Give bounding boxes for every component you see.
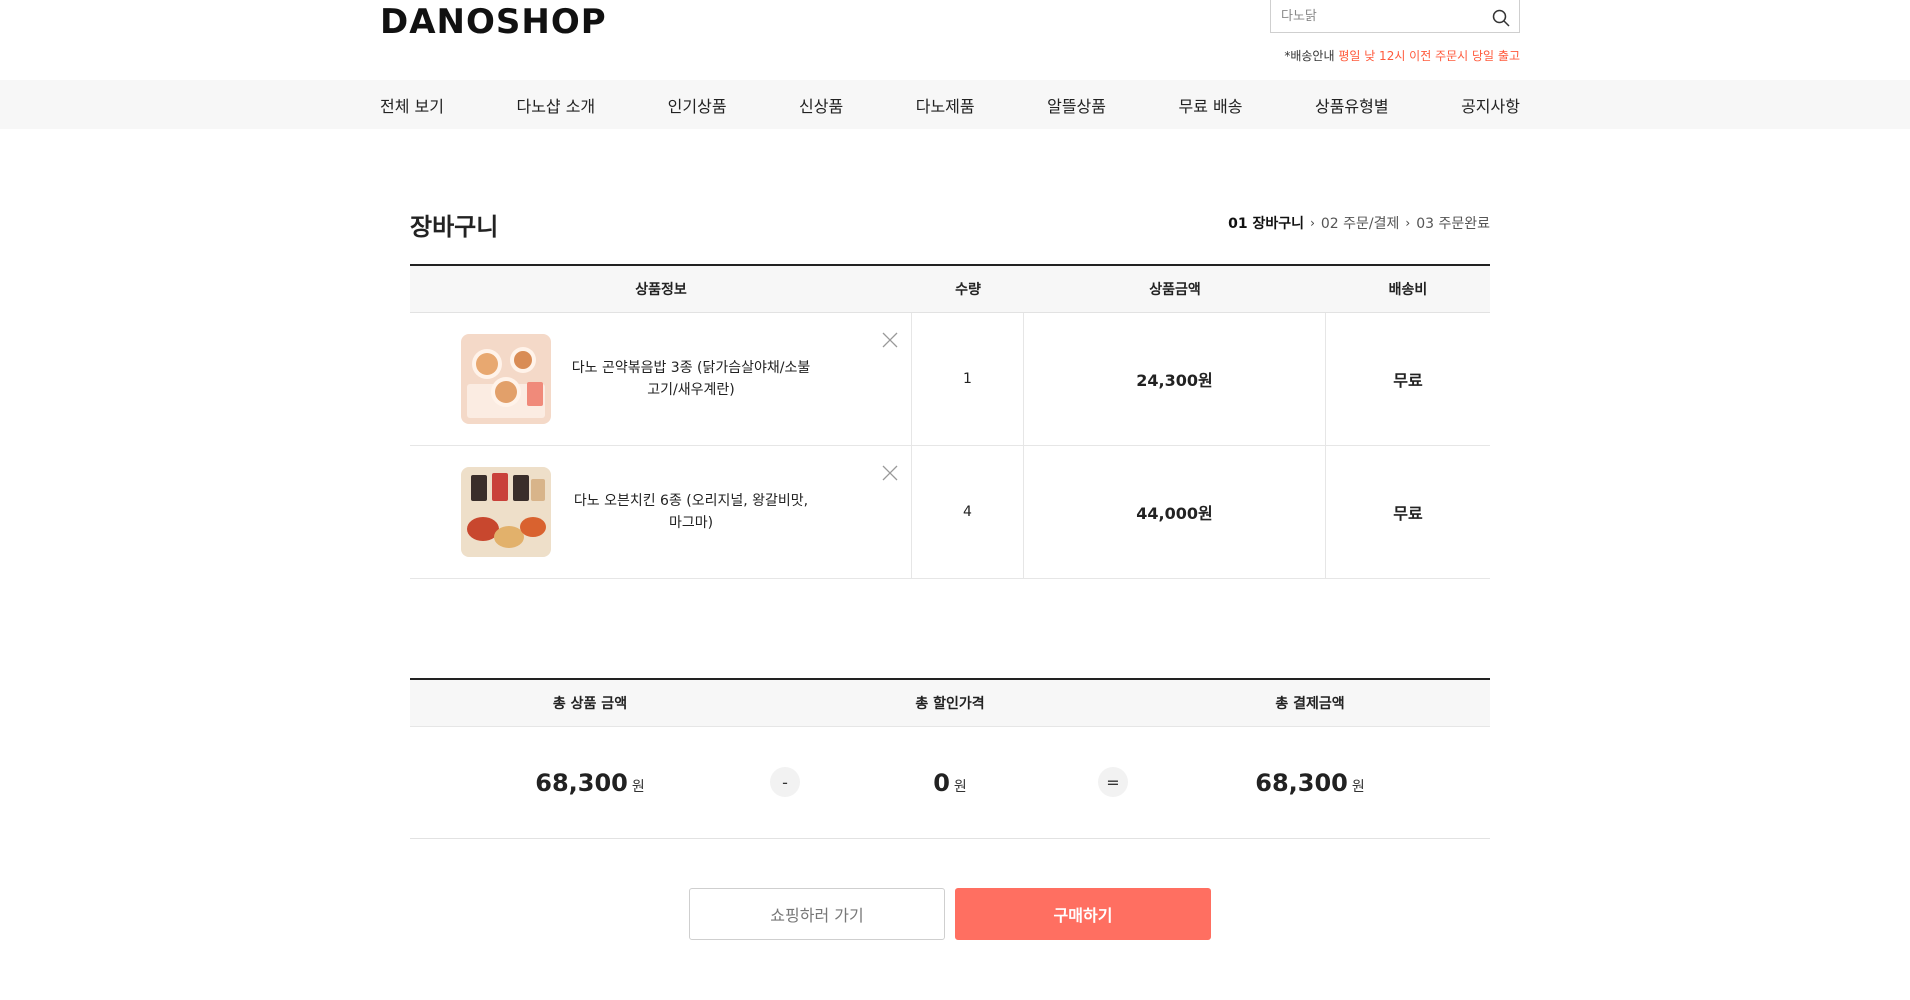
shipping-notice-highlight: 평일 낮 12시 이전 주문시 당일 출고 xyxy=(1338,49,1520,63)
product-info-cell: 다노 곤약볶음밥 3종 (닭가슴살야채/소불고기/새우계란) xyxy=(410,313,912,445)
logo[interactable]: DANOSHOP xyxy=(380,2,607,42)
product-name[interactable]: 다노 오븐치킨 6종 (오리지널, 왕갈비맛, 마그마) xyxy=(566,490,816,534)
close-icon[interactable] xyxy=(881,331,899,349)
chevron-right-icon: › xyxy=(1405,216,1411,230)
quantity-value: 4 xyxy=(912,446,1024,578)
shipping-fee: 무료 xyxy=(1393,371,1423,390)
close-icon[interactable] xyxy=(881,464,899,482)
product-thumbnail[interactable] xyxy=(461,334,551,424)
summary-header: 총 상품 금액 총 할인가격 총 결제금액 xyxy=(410,680,1490,727)
step-checkout: 02 주문/결제 xyxy=(1320,216,1400,232)
currency-unit: 원 xyxy=(953,779,967,795)
summary-body: 68,300 원 - 0 원 = 68,300 원 xyxy=(410,727,1490,838)
order-steps: 01 장바구니 › 02 주문/결제 › 03 주문완료 xyxy=(1228,213,1490,233)
nav-item-free-shipping[interactable]: 무료 배송 xyxy=(1179,93,1243,117)
page-title: 장바구니 xyxy=(410,213,499,241)
product-info-cell: 다노 오븐치킨 6종 (오리지널, 왕갈비맛, 마그마) xyxy=(410,446,912,578)
nav-item-dano-products[interactable]: 다노제품 xyxy=(916,93,975,117)
continue-shopping-button[interactable]: 쇼핑하러 가기 xyxy=(689,888,945,940)
total-payment-amount: 68,300 원 xyxy=(1255,769,1365,797)
total-discount-amount: 0 원 xyxy=(933,769,967,797)
nav-item-new[interactable]: 신상품 xyxy=(799,93,843,117)
main-nav: 전체 보기 다노샵 소개 인기상품 신상품 다노제품 알뜰상품 무료 배송 상품… xyxy=(0,80,1910,129)
product-image-chicken xyxy=(461,467,551,557)
shipping-notice-label: *배송안내 xyxy=(1284,49,1339,63)
equals-icon: = xyxy=(1098,767,1128,797)
nav-item-about[interactable]: 다노샵 소개 xyxy=(516,93,595,117)
column-header-price: 상품금액 xyxy=(1149,282,1201,298)
table-row: 다노 곤약볶음밥 3종 (닭가슴살야채/소불고기/새우계란) 1 24,300원… xyxy=(410,313,1490,446)
quantity-value: 1 xyxy=(912,313,1024,445)
product-thumbnail[interactable] xyxy=(461,467,551,557)
search-box[interactable] xyxy=(1270,0,1520,33)
nav-item-notice[interactable]: 공지사항 xyxy=(1461,93,1520,117)
summary-header-total-product: 총 상품 금액 xyxy=(552,696,628,712)
summary-header-total-discount: 총 할인가격 xyxy=(915,696,985,712)
cart-table-header: 상품정보 수량 상품금액 배송비 xyxy=(410,266,1490,313)
total-product-value: 68,300 xyxy=(535,769,628,797)
summary-header-total-payment: 총 결제금액 xyxy=(1275,696,1345,712)
total-payment-value: 68,300 xyxy=(1255,769,1348,797)
purchase-button[interactable]: 구매하기 xyxy=(955,888,1211,940)
column-header-quantity: 수량 xyxy=(955,282,981,298)
chevron-right-icon: › xyxy=(1310,216,1315,230)
search-input[interactable] xyxy=(1281,4,1481,28)
currency-unit: 원 xyxy=(1351,779,1365,795)
column-header-shipping: 배송비 xyxy=(1388,282,1428,298)
currency-unit: 원 xyxy=(631,779,645,795)
product-image-rice xyxy=(461,334,551,424)
shipping-fee: 무료 xyxy=(1393,504,1423,523)
table-row: 다노 오븐치킨 6종 (오리지널, 왕갈비맛, 마그마) 4 44,000원 무… xyxy=(410,446,1490,579)
nav-item-popular[interactable]: 인기상품 xyxy=(668,93,727,117)
header: DANOSHOP *배송안내 평일 낮 12시 이전 주문시 당일 출고 xyxy=(0,0,1910,80)
minus-icon: - xyxy=(770,767,800,797)
product-price: 44,000원 xyxy=(1024,446,1326,578)
step-complete: 03 주문완료 xyxy=(1416,216,1490,232)
product-price: 24,300원 xyxy=(1024,313,1326,445)
total-discount-value: 0 xyxy=(933,769,950,797)
cart-table: 상품정보 수량 상품금액 배송비 다노 곤약볶음밥 3종 (닭가슴살야채/소불고… xyxy=(410,264,1490,579)
shipping-notice: *배송안내 평일 낮 12시 이전 주문시 당일 출고 xyxy=(1284,47,1520,64)
order-summary: 총 상품 금액 총 할인가격 총 결제금액 68,300 원 - 0 원 = 6… xyxy=(410,678,1490,839)
product-name[interactable]: 다노 곤약볶음밥 3종 (닭가슴살야채/소불고기/새우계란) xyxy=(566,357,816,401)
total-product-amount: 68,300 원 xyxy=(535,769,645,797)
nav-item-all[interactable]: 전체 보기 xyxy=(380,93,444,117)
search-icon[interactable] xyxy=(1491,8,1511,28)
nav-item-bargain[interactable]: 알뜰상품 xyxy=(1047,93,1106,117)
nav-item-product-type[interactable]: 상품유형별 xyxy=(1315,93,1389,117)
column-header-product: 상품정보 xyxy=(635,282,687,298)
step-cart: 01 장바구니 xyxy=(1228,216,1305,232)
